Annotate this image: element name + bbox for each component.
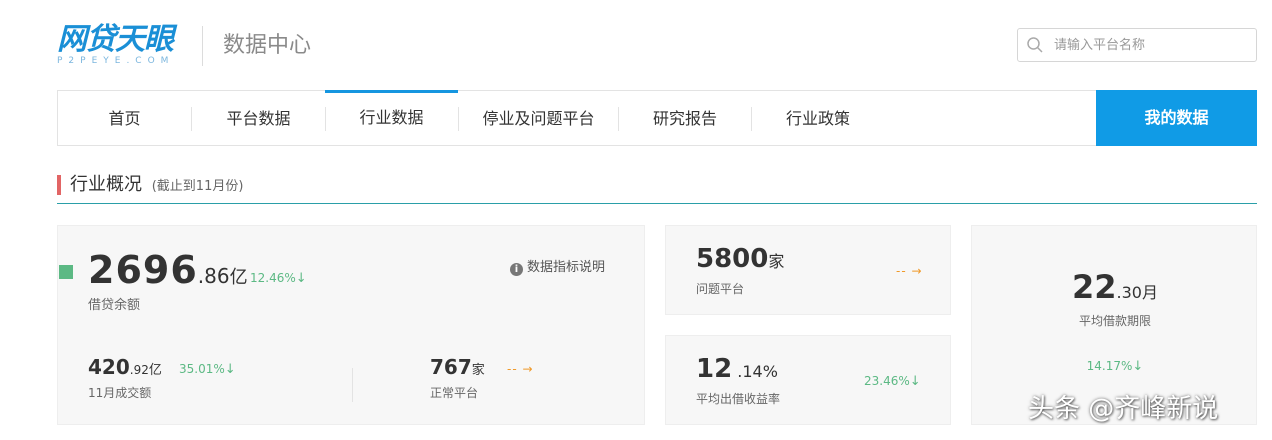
problem-platforms-int: 5800 [696, 244, 769, 274]
loan-balance-unit: 亿 [229, 267, 248, 288]
loan-balance-value: 2696.86亿 [88, 248, 248, 300]
nav-item-home[interactable]: 首页 [58, 91, 191, 145]
section-divider [57, 203, 1257, 204]
search-input[interactable] [1054, 32, 1249, 58]
monthly-volume-label: 11月成交额 [88, 386, 152, 400]
arrow-down-icon: ↓ [909, 374, 921, 389]
logo-text: 网贷天眼 [57, 22, 174, 57]
nav-item-platform-data[interactable]: 平台数据 [192, 91, 325, 145]
monthly-volume-dec: .92 [129, 363, 149, 377]
my-data-button[interactable]: 我的数据 [1096, 90, 1257, 146]
avg-yield-label: 平均出借收益率 [696, 392, 781, 406]
problem-platforms-label: 问题平台 [696, 282, 745, 296]
watermark: 头条 @齐峰新说 [1028, 394, 1219, 424]
nav-item-research-reports[interactable]: 研究报告 [619, 91, 751, 145]
metrics-info-label: 数据指标说明 [527, 260, 606, 275]
section-title-text: 行业概况 [70, 174, 142, 195]
avg-yield-unit: % [762, 362, 778, 381]
problem-platforms-unit: 家 [768, 252, 785, 271]
avg-yield-change: 23.46%↓ [864, 374, 921, 389]
monthly-volume-int: 420 [88, 355, 130, 379]
page-title: 数据中心 [223, 33, 312, 58]
loan-balance-int: 2696 [88, 248, 198, 292]
normal-platforms-value: 767家 [430, 353, 485, 385]
metrics-info-link[interactable]: i 数据指标说明 [510, 256, 605, 276]
avg-yield-dec: .14 [732, 362, 763, 381]
monthly-volume-value: 420.92亿 [88, 353, 162, 385]
loan-balance-dec: .86 [197, 264, 230, 288]
site-logo[interactable]: 网贷天眼 P2PEYE.COM [57, 24, 187, 68]
loan-balance-change-value: 12.46% [250, 271, 296, 285]
avg-term-label: 平均借款期限 [1078, 314, 1151, 328]
normal-platforms-unit: 家 [471, 363, 485, 378]
avg-term-dec: .30 [1116, 283, 1142, 302]
search-box[interactable] [1017, 28, 1257, 62]
nav-item-problem-platforms[interactable]: 停业及问题平台 [459, 91, 618, 145]
arrow-down-icon: ↓ [1132, 359, 1144, 374]
avg-yield-card: 12 .14% 平均出借收益率 23.46%↓ [665, 335, 951, 425]
avg-term-change: 14.17%↓ [972, 359, 1258, 374]
info-icon: i [510, 263, 523, 276]
monthly-volume-change-value: 35.01% [179, 362, 225, 376]
nav-item-industry-policy[interactable]: 行业政策 [752, 91, 884, 145]
monthly-volume-change: 35.01%↓ [179, 362, 236, 377]
avg-yield-change-value: 23.46% [864, 374, 910, 388]
normal-platforms-int: 767 [430, 355, 472, 379]
main-nav: 首页 平台数据 行业数据 停业及问题平台 研究报告 行业政策 我的数据 [57, 90, 1257, 146]
avg-term-change-value: 14.17% [1086, 359, 1133, 373]
search-icon[interactable] [1026, 36, 1044, 54]
avg-term-value: 22.30月 [972, 270, 1258, 310]
problem-platforms-value: 5800家 [696, 242, 784, 279]
arrow-down-icon: ↓ [224, 362, 236, 377]
logo-subtext: P2PEYE.COM [57, 56, 175, 66]
section-title: 行业概况 (截止到11月份) [70, 172, 243, 200]
loan-balance-change: 12.46%↓ [250, 271, 307, 286]
problem-platforms-change: -- → [896, 264, 923, 278]
section-note: (截止到11月份) [151, 179, 244, 194]
avg-yield-value: 12 .14% [696, 352, 778, 389]
loan-balance-card: 2696.86亿 借贷余额 12.46%↓ i 数据指标说明 420.92亿 11… [57, 225, 645, 425]
avg-term-int: 22 [1072, 268, 1117, 306]
avg-term-unit: 月 [1141, 283, 1158, 302]
normal-platforms-change: -- → [507, 362, 534, 376]
header-divider [202, 26, 203, 66]
section-accent-bar [57, 175, 61, 195]
arrow-down-icon: ↓ [295, 271, 307, 286]
normal-platforms-label: 正常平台 [430, 386, 479, 400]
loan-balance-label: 借贷余额 [88, 298, 141, 313]
avg-yield-int: 12 [696, 354, 733, 384]
loan-balance-marker [59, 265, 73, 279]
nav-item-industry-data[interactable]: 行业数据 [325, 90, 458, 146]
problem-platforms-card: 5800家 问题平台 -- → [665, 225, 951, 315]
monthly-volume-unit: 亿 [148, 363, 162, 378]
card-divider [352, 368, 353, 402]
